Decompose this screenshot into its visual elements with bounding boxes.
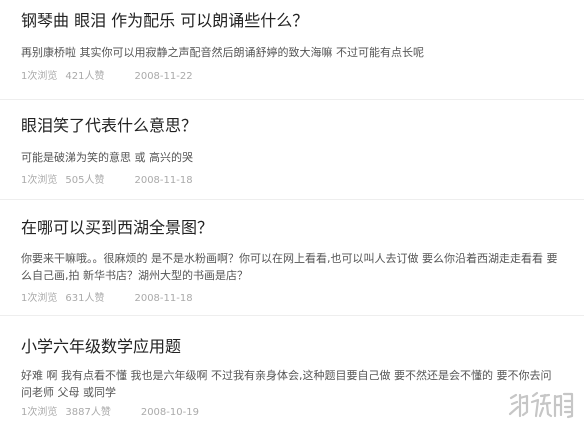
question-title-link[interactable]: 小学六年级数学应用题 [21,336,181,358]
list-item: 钢琴曲 眼泪 作为配乐 可以朗诵些什么？ 再别康桥啦 其实你可以用寂静之声配音然… [0,0,584,100]
view-count: 1次浏览 [21,71,58,82]
answer-snippet: 好难 啊 我有点看不懂 我也是六年级啊 不过我有亲身体会,这种题目要自己做 要不… [21,369,552,399]
answer-snippet: 再别康桥啦 其实你可以用寂静之声配音然后朗诵舒婷的致大海嘛 不过可能有点长呢 [21,46,424,59]
item-meta: 1次浏览 421人赞 2008-11-22 [21,70,193,84]
list-item: 在哪可以买到西湖全景图？ 你要来干嘛哦。。很麻烦的 是不是水粉画啊？你可以在网上… [0,200,584,316]
view-count: 1次浏览 [21,175,58,186]
post-date: 2008-10-19 [140,407,199,418]
post-date: 2008-11-18 [134,175,193,186]
like-count: 3887人赞 [65,407,111,418]
qa-list: 钢琴曲 眼泪 作为配乐 可以朗诵些什么？ 再别康桥啦 其实你可以用寂静之声配音然… [0,0,584,428]
question-title-link[interactable]: 眼泪笑了代表什么意思？ [21,115,197,137]
like-count: 631人赞 [65,293,105,304]
item-meta: 1次浏览 3887人赞 2008-10-19 [21,406,199,420]
question-title-link[interactable]: 在哪可以买到西湖全景图？ [21,217,213,239]
question-title-link[interactable]: 钢琴曲 眼泪 作为配乐 可以朗诵些什么？ [21,10,308,32]
post-date: 2008-11-18 [134,293,193,304]
item-meta: 1次浏览 505人赞 2008-11-18 [21,174,193,188]
answer-snippet: 可能是破涕为笑的意思 或 高兴的哭 [21,151,193,164]
answer-snippet: 你要来干嘛哦。。很麻烦的 是不是水粉画啊？你可以在网上看看,也可以叫人去订做 要… [21,252,558,282]
like-count: 421人赞 [65,71,105,82]
list-item: 小学六年级数学应用题 好难 啊 我有点看不懂 我也是六年级啊 不过我有亲身体会,… [0,316,584,428]
post-date: 2008-11-22 [134,71,193,82]
view-count: 1次浏览 [21,407,58,418]
view-count: 1次浏览 [21,293,58,304]
list-item: 眼泪笑了代表什么意思？ 可能是破涕为笑的意思 或 高兴的哭 1次浏览 505人赞 2… [0,100,584,200]
like-count: 505人赞 [65,175,105,186]
item-meta: 1次浏览 631人赞 2008-11-18 [21,292,193,306]
